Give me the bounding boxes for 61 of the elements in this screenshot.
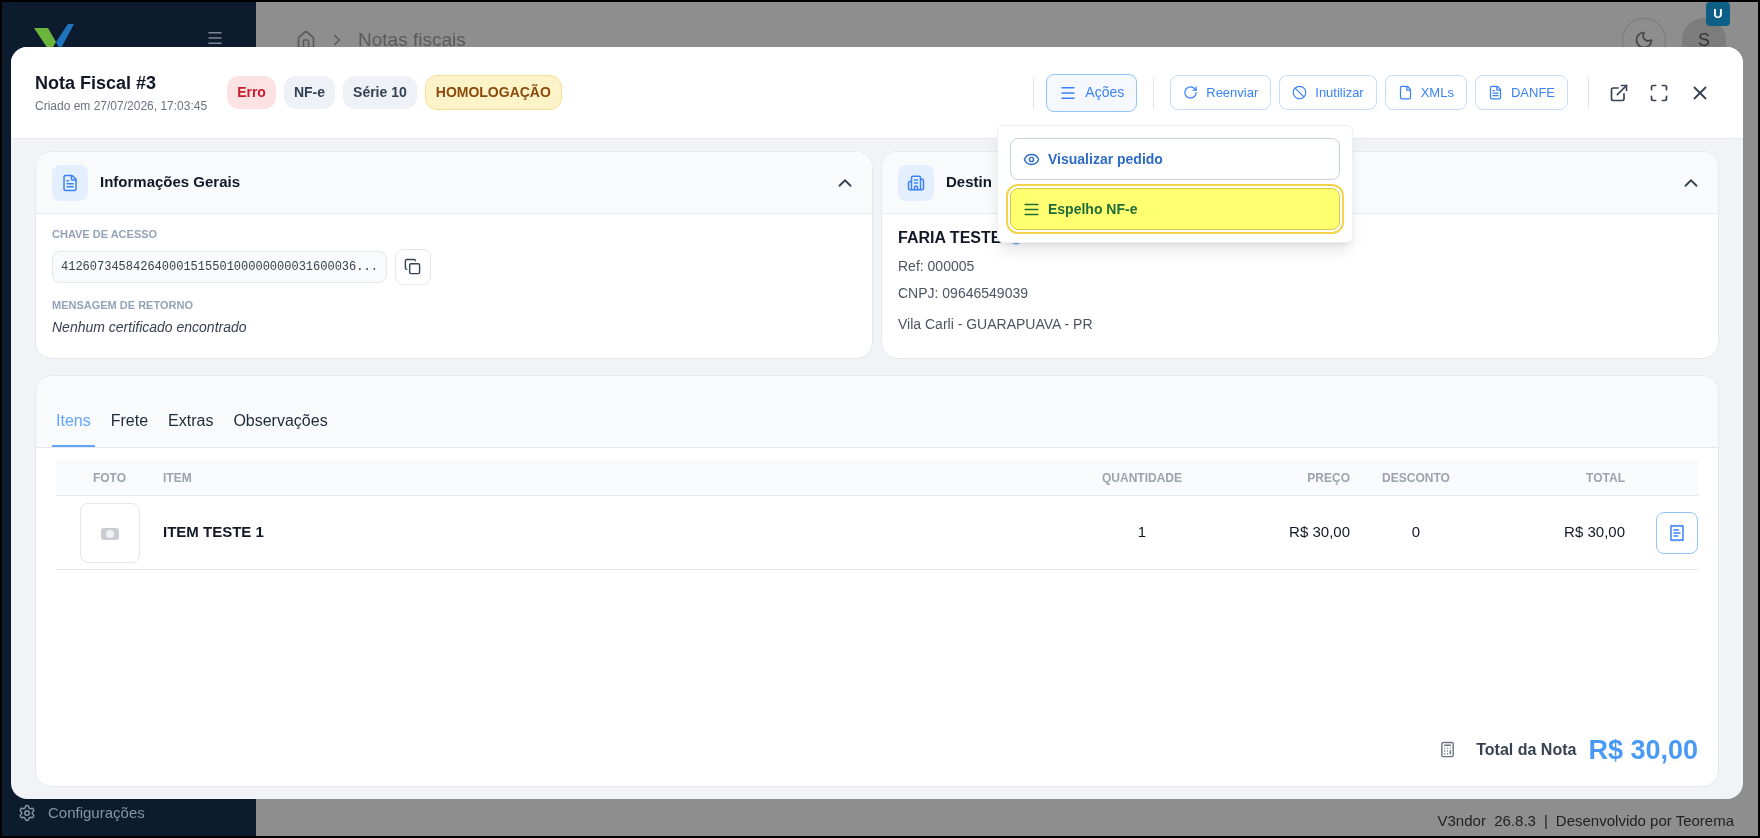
popout-icon[interactable] [1609,82,1629,103]
tab[interactable]: Itens [52,409,95,447]
access-key-field: 41260734584264000151550100000000031600036... [52,250,387,283]
action-button[interactable]: Reenviar [1170,75,1272,110]
tab[interactable]: Frete [106,409,153,447]
ref-text: Ref: 000005 [898,257,976,276]
table-cell-text: R$ 30,00 [1288,522,1350,543]
tab[interactable]: Extras [164,409,218,447]
gear-icon [18,803,36,822]
separator-text: | [1543,810,1548,831]
total-value: R$ 30,00 [1588,733,1698,767]
moon-icon [1634,30,1654,50]
settings-link[interactable]: Configurações [2,801,256,824]
action-button[interactable]: DANFE [1474,75,1568,110]
action-button[interactable]: Inutilizar [1279,75,1377,110]
column-header: DESCONTO [1381,469,1451,487]
modal-title: Nota Fiscal #3 [35,72,158,95]
tab[interactable]: Observações [229,409,332,447]
return-message: Nenhum certificado encontrado [52,318,248,337]
column-header: QUANTIDADE [1101,469,1183,487]
table-cell-text: ITEM TESTE 1 [163,522,265,543]
refresh-icon [1183,85,1199,100]
file-icon [1397,85,1413,100]
field-label: MENSAGEM DE RETORNO [52,297,194,313]
menu-icon[interactable] [206,29,224,47]
dropdown-item[interactable]: Visualizar pedido [1010,138,1340,180]
prohibited-icon [1292,85,1308,100]
avatar-badge: U [1706,2,1730,26]
table-cell-text: 1 [1136,522,1148,543]
address-text: Vila Carli - GUARAPUAVA - PR [898,315,1094,334]
actions-menu-button[interactable]: Ações [1046,73,1138,112]
status-tag: HOMOLOGAÇÃO [424,75,562,110]
cnpj-text: CNPJ: 09646549039 [898,284,1029,303]
total-label: Total da Nota [1476,739,1577,760]
credit-text: Desenvolvido por Teorema [1555,810,1734,831]
status-tag: Série 10 [343,76,417,109]
details-button[interactable] [1656,511,1698,554]
column-header: FOTO [91,469,128,487]
action-button[interactable]: XMLs [1384,75,1467,110]
status-tag: Erro [227,76,276,109]
document-icon [52,164,88,201]
table-cell-text: R$ 30,00 [1563,522,1625,543]
fullscreen-icon[interactable] [1649,82,1669,103]
column-header: PREÇO [1306,469,1350,487]
column-header: TOTAL [1585,469,1625,487]
table-cell-text: 0 [1410,522,1422,543]
pdf-file-icon [1487,85,1503,100]
created-date: Criado em 27/07/2026, 17:03:45 [35,98,208,115]
recipient-name: FARIA TESTE [898,228,1002,248]
building-icon [898,164,934,201]
copy-icon [404,258,422,275]
card-title: Destin [946,172,993,193]
field-label: CHAVE DE ACESSO [52,227,159,242]
calculator-icon [1439,741,1457,759]
home-icon[interactable] [296,30,316,50]
column-header: ITEM [163,469,193,487]
version-text: V3ndor 26.8.3 [1437,810,1536,831]
copy-button[interactable] [394,248,431,285]
status-tag: NF-e [283,76,336,109]
receipt-icon [1668,523,1686,542]
card-title: Informações Gerais [100,172,242,193]
